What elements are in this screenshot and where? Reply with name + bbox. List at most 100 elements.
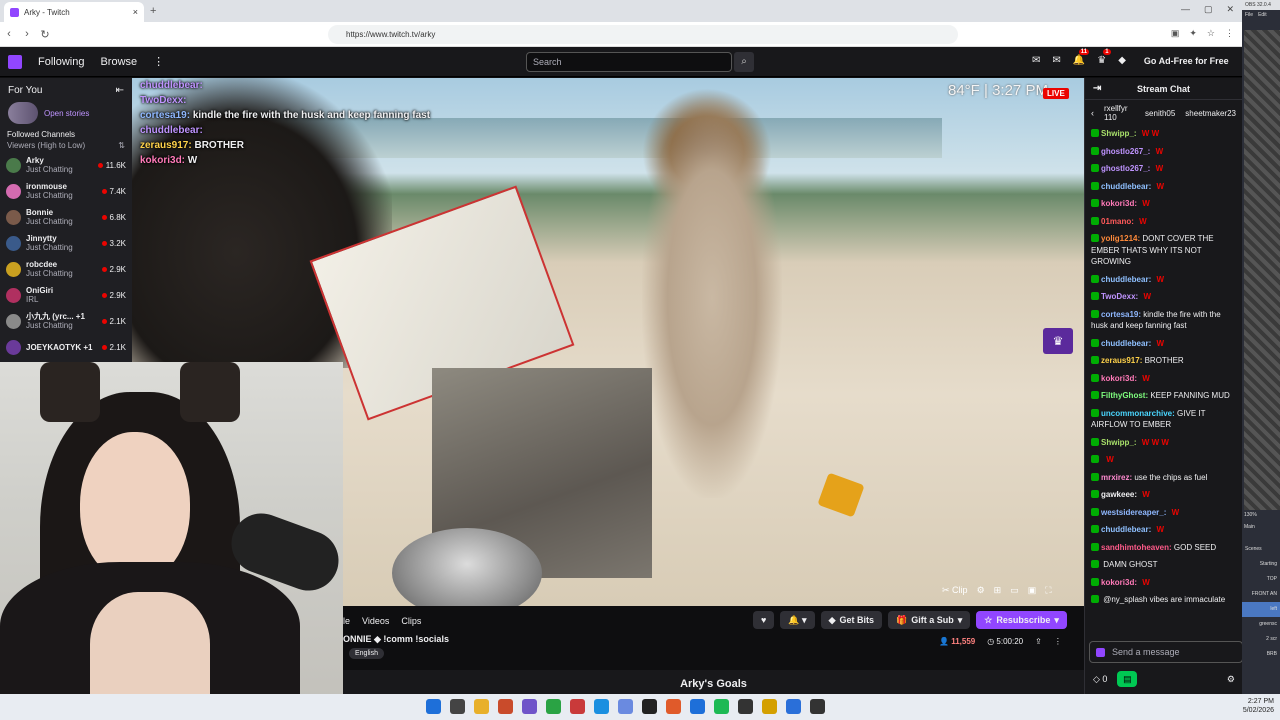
language-tag[interactable]: English [349, 648, 384, 659]
search-input[interactable]: Search [526, 52, 732, 72]
search-icon[interactable]: ⌕ [734, 52, 754, 72]
taskbar-app-icon[interactable] [762, 699, 777, 714]
notifications-bell-button[interactable]: 🔔 ▾ [780, 611, 815, 629]
taskbar-app-icon[interactable] [738, 699, 753, 714]
sidebar-channel[interactable]: OniGiri IRL 2.9K [0, 282, 132, 308]
chat-username[interactable]: westsidereaper_: [1101, 508, 1166, 517]
share-icon[interactable]: ⇪ [1035, 637, 1042, 646]
bits-reward-icon[interactable]: ▤ [1117, 671, 1138, 687]
channel-tab[interactable]: Clips [401, 616, 421, 626]
taskbar-app-icon[interactable] [426, 699, 441, 714]
chat-username[interactable]: FilthyGhost: [1101, 391, 1148, 400]
twitch-logo-icon[interactable] [8, 54, 22, 69]
obs-scene-item[interactable]: Starting [1242, 557, 1280, 572]
crown-icon[interactable]: ♛ 1 [1097, 49, 1111, 66]
browse-link[interactable]: Browse [100, 56, 137, 68]
obs-edit-menu[interactable]: Edit [1258, 12, 1267, 18]
chat-username[interactable]: chuddlebear: [1101, 275, 1151, 284]
sidebar-channel[interactable]: robcdee Just Chatting 2.9K [0, 256, 132, 282]
channel-tab[interactable]: le [343, 616, 350, 626]
chat-username[interactable]: uncommonarchive: [1101, 409, 1175, 418]
obs-scene-item[interactable]: BRB [1242, 647, 1280, 662]
obs-file-menu[interactable]: File [1245, 12, 1253, 18]
chat-username[interactable]: 01mano: [1101, 217, 1134, 226]
chat-username[interactable]: kokori3d: [1101, 199, 1137, 208]
sidebar-channel[interactable]: Bonnie Just Chatting 6.8K [0, 204, 132, 230]
more-menu-icon[interactable]: ⋮ [153, 55, 164, 68]
chat-message-input[interactable]: Send a message [1089, 641, 1243, 663]
forward-arrow-icon[interactable]: › [18, 28, 36, 40]
prime-loot-icon[interactable]: ✉ [1032, 55, 1040, 66]
close-window-button[interactable]: ✕ [1226, 4, 1234, 15]
collapse-chat-icon[interactable]: ⇥ [1093, 83, 1101, 94]
chat-username[interactable]: chuddlebear: [1101, 525, 1151, 534]
channel-tab[interactable]: Videos [362, 616, 389, 626]
prime-crown-icon[interactable]: ♛ [1043, 328, 1073, 354]
sidebar-channel[interactable]: ironmouse Just Chatting 7.4K [0, 178, 132, 204]
taskbar-app-icon[interactable] [786, 699, 801, 714]
chat-username[interactable]: Shwipp_: [1101, 438, 1137, 447]
obs-scene-item[interactable]: FRONT AN [1242, 587, 1280, 602]
taskbar-app-icon[interactable] [642, 699, 657, 714]
chat-username[interactable]: Shwipp_: [1101, 129, 1137, 138]
fullscreen-icon[interactable]: ⛶ [1045, 585, 1051, 596]
taskbar-app-icon[interactable] [474, 699, 489, 714]
pip-icon[interactable]: ▣ [1028, 585, 1037, 596]
chat-username[interactable]: zeraus917: [1101, 356, 1142, 365]
settings-icon[interactable]: ⚙ [977, 585, 985, 596]
theater-mode-icon[interactable]: ▭ [1010, 585, 1019, 596]
taskbar-app-icon[interactable] [594, 699, 609, 714]
clip-button[interactable]: ✂ Clip [942, 585, 968, 596]
channel-points[interactable]: ◇ 0 [1093, 674, 1107, 685]
obs-scene-item[interactable]: TOP [1242, 572, 1280, 587]
close-tab-icon[interactable]: × [133, 7, 138, 17]
puzzle-icon[interactable]: ✦ [1189, 28, 1197, 39]
sidebar-channel[interactable]: JOEYKAOTYK +1 2.1K [0, 334, 132, 360]
url-field[interactable]: https://www.twitch.tv/arky [328, 25, 958, 44]
chat-username[interactable]: ghostlo267_: [1101, 164, 1150, 173]
menu-icon[interactable]: ⋮ [1225, 28, 1234, 39]
bookmark-icon[interactable]: ☆ [1207, 28, 1215, 39]
chat-username[interactable]: sandhimtoheaven: [1101, 543, 1172, 552]
taskbar-app-icon[interactable] [714, 699, 729, 714]
chat-username[interactable]: chuddlebear: [1101, 182, 1151, 191]
bits-icon[interactable]: ◆ [1118, 55, 1126, 66]
chat-username[interactable]: gawkeee: [1101, 490, 1137, 499]
browser-tab[interactable]: Arky - Twitch × [4, 2, 144, 22]
ad-free-button[interactable]: Go Ad-Free for Free [1144, 56, 1229, 66]
sort-icon[interactable]: ⇅ [118, 141, 125, 150]
layout-icon[interactable]: ⊞ [994, 585, 1002, 596]
chat-username[interactable]: mrxirez: [1101, 473, 1132, 482]
gift-sub-button[interactable]: 🎁 Gift a Sub ▾ [888, 611, 971, 629]
extension-icon[interactable]: ▣ [1171, 28, 1180, 39]
obs-scene-item[interactable]: 2 scr [1242, 632, 1280, 647]
taskbar-app-icon[interactable] [666, 699, 681, 714]
sidebar-channel[interactable]: Arky Just Chatting 11.6K [0, 152, 132, 178]
gifters-prev-icon[interactable]: ‹ [1091, 108, 1094, 118]
taskbar-app-icon[interactable] [690, 699, 705, 714]
obs-scene-item[interactable]: greensc [1242, 617, 1280, 632]
following-link[interactable]: Following [38, 56, 84, 68]
more-options-icon[interactable]: ⋮ [1054, 637, 1062, 646]
sidebar-channel[interactable]: 小九九 (yrc... +1 Just Chatting 2.1K [0, 308, 132, 334]
chat-username[interactable]: chuddlebear: [1101, 339, 1151, 348]
resubscribe-button[interactable]: ☆ Resubscribe ▾ [976, 611, 1067, 629]
taskbar-app-icon[interactable] [546, 699, 561, 714]
taskbar-app-icon[interactable] [522, 699, 537, 714]
sidebar-channel[interactable]: Jinnytty Just Chatting 3.2K [0, 230, 132, 256]
minimize-button[interactable]: — [1181, 4, 1190, 15]
chat-settings-icon[interactable]: ⚙ [1227, 674, 1235, 685]
back-arrow-icon[interactable]: ‹ [0, 28, 18, 40]
chat-username[interactable]: kokori3d: [1101, 578, 1137, 587]
maximize-button[interactable]: ▢ [1204, 4, 1213, 15]
inbox-icon[interactable]: ✉ [1052, 55, 1060, 66]
chat-username[interactable]: TwoDexx: [1101, 292, 1138, 301]
taskbar-app-icon[interactable] [498, 699, 513, 714]
get-bits-button[interactable]: ◆ Get Bits [820, 611, 883, 629]
taskbar-app-icon[interactable] [810, 699, 825, 714]
taskbar-app-icon[interactable] [450, 699, 465, 714]
taskbar-app-icon[interactable] [618, 699, 633, 714]
chat-username[interactable]: yolig1214: [1101, 234, 1140, 243]
chat-username[interactable]: ghostlo267_: [1101, 147, 1150, 156]
chat-username[interactable]: kokori3d: [1101, 374, 1137, 383]
